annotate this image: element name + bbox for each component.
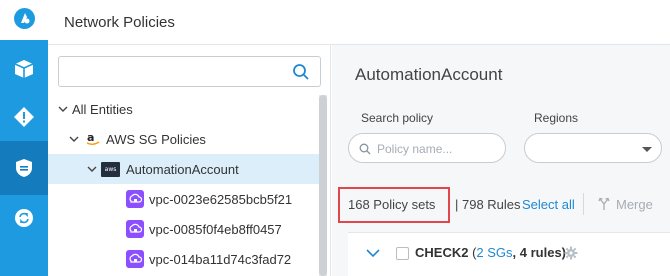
search-policy-label: Search policy — [361, 111, 434, 125]
tree-search-input[interactable] — [58, 56, 321, 87]
policy-search-placeholder: Policy name... — [377, 142, 453, 156]
tree-row-label: AWS SG Policies — [106, 131, 206, 147]
scrollbar-thumb[interactable] — [319, 95, 327, 276]
aws-badge-icon: aws — [101, 161, 120, 177]
logo-icon — [14, 8, 35, 29]
rail-item-network-policies[interactable] — [0, 141, 48, 195]
chevron-down-icon[interactable] — [86, 163, 98, 175]
policy-name: CHECK2 — [415, 245, 469, 260]
merge-icon — [598, 197, 610, 210]
regions-select[interactable] — [524, 133, 662, 163]
sgs-link[interactable]: 2 SGs — [476, 245, 512, 260]
merge-button[interactable]: Merge — [598, 197, 653, 212]
tree-row-label: AutomationAccount — [126, 161, 239, 177]
search-icon[interactable] — [292, 63, 310, 81]
vpc-icon — [126, 190, 144, 208]
policy-search-input[interactable]: Policy name... — [348, 133, 506, 163]
policy-set-name: CHECK2 (2 SGs, 4 rules) — [415, 245, 566, 260]
divider — [583, 193, 584, 215]
shield-icon — [16, 159, 32, 177]
sync-icon — [15, 209, 33, 227]
rail-item-sync[interactable] — [0, 191, 48, 245]
account-title: AutomationAccount — [355, 65, 503, 84]
select-all-link[interactable]: Select all — [522, 197, 575, 212]
rules-summary: , 4 rules) — [512, 245, 567, 260]
tree-row-vpc[interactable]: vpc-014ba11d74c3fad72 — [48, 244, 319, 274]
row-checkbox[interactable] — [396, 247, 409, 260]
tree-row-label: All Entities — [72, 101, 133, 117]
tree-row-all-entities[interactable]: All Entities — [48, 94, 319, 124]
tree-row-vpc[interactable]: vpc-0085f0f4eb8ff0457 — [48, 214, 319, 244]
vpc-icon — [126, 250, 144, 268]
tree-row-label: vpc-0023e62585bcb5f21 — [149, 191, 293, 207]
tree-row-automation-account[interactable]: aws AutomationAccount — [48, 154, 319, 184]
page-title: Network Policies — [64, 14, 175, 31]
policy-sets-count: 168 Policy sets — [348, 197, 436, 212]
chevron-down-icon[interactable] — [68, 133, 80, 145]
tree-scrollbar[interactable] — [319, 95, 327, 276]
top-header: Network Policies — [48, 0, 670, 45]
rules-count: | 798 Rules — [455, 197, 521, 212]
app-logo[interactable] — [0, 0, 48, 40]
gear-icon[interactable] — [564, 246, 578, 260]
chevron-down-icon[interactable] — [366, 249, 380, 258]
rail-item-assets[interactable] — [0, 42, 48, 96]
tree-row-vpc[interactable]: vpc-0023e62585bcb5f21 — [48, 184, 319, 214]
package-icon — [14, 60, 34, 78]
caret-down-icon — [642, 147, 652, 152]
tree-row-label: vpc-0085f0f4eb8ff0457 — [149, 221, 282, 237]
search-icon — [359, 143, 371, 155]
entity-tree-panel: All Entities a AWS SG Policies aws Autom… — [48, 45, 331, 276]
alert-diamond-icon — [14, 107, 34, 127]
left-rail — [0, 0, 48, 276]
svg-text:a: a — [87, 131, 94, 144]
tree-row-aws-sg-policies[interactable]: a AWS SG Policies — [48, 124, 319, 154]
chevron-down-icon[interactable] — [57, 103, 69, 115]
rail-item-alerts[interactable] — [0, 90, 48, 144]
amazon-logo-icon: a — [86, 131, 100, 147]
regions-label: Regions — [534, 111, 579, 125]
merge-label: Merge — [616, 197, 653, 212]
policy-set-row[interactable]: CHECK2 (2 SGs, 4 rules) — [348, 232, 670, 276]
vpc-icon — [126, 220, 144, 238]
tree-row-label: vpc-014ba11d74c3fad72 — [149, 251, 292, 267]
